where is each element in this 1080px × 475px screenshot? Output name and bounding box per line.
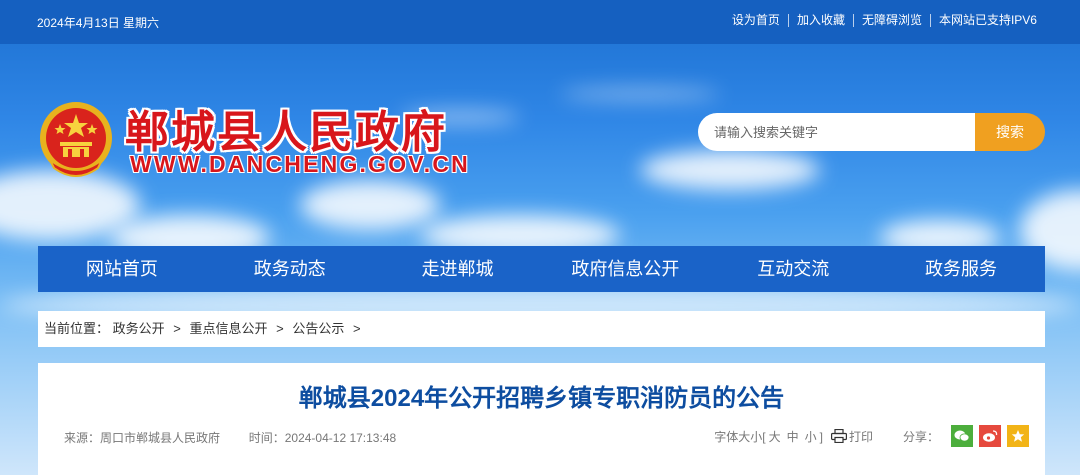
breadcrumb-item[interactable]: 政务公开: [113, 321, 165, 336]
search-input[interactable]: [698, 113, 975, 151]
accessibility-link[interactable]: 无障碍浏览: [852, 14, 930, 27]
nav-item-home[interactable]: 网站首页: [38, 246, 206, 292]
current-date: 2024年4月13日 星期六: [37, 16, 160, 30]
time-value: 2024-04-12 17:13:48: [284, 431, 397, 445]
article-title: 郸城县2024年公开招聘乡镇专职消防员的公告: [298, 385, 785, 412]
article-panel: 郸城县2024年公开招聘乡镇专职消防员的公告 来源：周口市郸城县人民政府 时间：…: [38, 363, 1045, 475]
source-label: 来源：: [64, 431, 101, 445]
time-label: 时间：: [248, 431, 285, 445]
add-favorite-link[interactable]: 加入收藏: [787, 14, 853, 27]
set-homepage-link[interactable]: 设为首页: [724, 14, 788, 27]
wechat-icon[interactable]: [951, 425, 973, 447]
font-size-control: 字体大小[大中小]: [714, 428, 823, 445]
top-bar: 2024年4月13日 星期六 设为首页 加入收藏 无障碍浏览 本网站已支持IPV…: [0, 0, 1080, 44]
article-tools: 字体大小[大中小] 打印 分享：: [714, 425, 1029, 447]
breadcrumb-item[interactable]: 重点信息公开: [190, 321, 268, 336]
breadcrumb-item[interactable]: 公告公示: [292, 321, 344, 336]
breadcrumb-separator: >: [353, 321, 361, 336]
font-size-large[interactable]: 大: [769, 430, 781, 444]
site-domain: WWW.DANCHENG.GOV.CN: [130, 151, 470, 177]
nav-item-government-services[interactable]: 政务服务: [877, 246, 1045, 292]
source-value: 周口市郸城县人民政府: [100, 431, 221, 445]
search-box: 搜索: [698, 113, 1045, 151]
font-size-label: 字体大小[: [714, 429, 766, 444]
nav-item-interaction[interactable]: 互动交流: [709, 246, 877, 292]
font-size-medium[interactable]: 中: [787, 430, 799, 444]
nav-item-information-disclosure[interactable]: 政府信息公开: [541, 246, 709, 292]
search-button[interactable]: 搜索: [975, 113, 1045, 151]
ipv6-support-link[interactable]: 本网站已支持IPV6: [929, 14, 1045, 27]
breadcrumb: 当前位置： 政务公开 > 重点信息公开 > 公告公示 >: [38, 311, 1045, 347]
article-meta: 来源：周口市郸城县人民政府 时间：2024-04-12 17:13:48: [64, 429, 396, 446]
national-emblem-icon: [40, 102, 112, 177]
top-links: 设为首页 加入收藏 无障碍浏览 本网站已支持IPV6: [724, 14, 1045, 27]
nav-item-government-news[interactable]: 政务动态: [206, 246, 374, 292]
weibo-icon[interactable]: [979, 425, 1001, 447]
font-size-close: ]: [819, 429, 823, 444]
share-label: 分享：: [902, 429, 939, 444]
breadcrumb-separator: >: [276, 321, 284, 336]
favorite-star-icon[interactable]: [1007, 425, 1029, 447]
main-nav: 网站首页 政务动态 走进郸城 政府信息公开 互动交流 政务服务: [38, 246, 1045, 292]
breadcrumb-separator: >: [173, 321, 181, 336]
font-size-small[interactable]: 小: [805, 430, 817, 444]
print-icon[interactable]: [830, 429, 847, 443]
print-button[interactable]: 打印: [849, 428, 873, 445]
breadcrumb-label: 当前位置：: [44, 321, 110, 336]
nav-item-about-dancheng[interactable]: 走进郸城: [374, 246, 542, 292]
